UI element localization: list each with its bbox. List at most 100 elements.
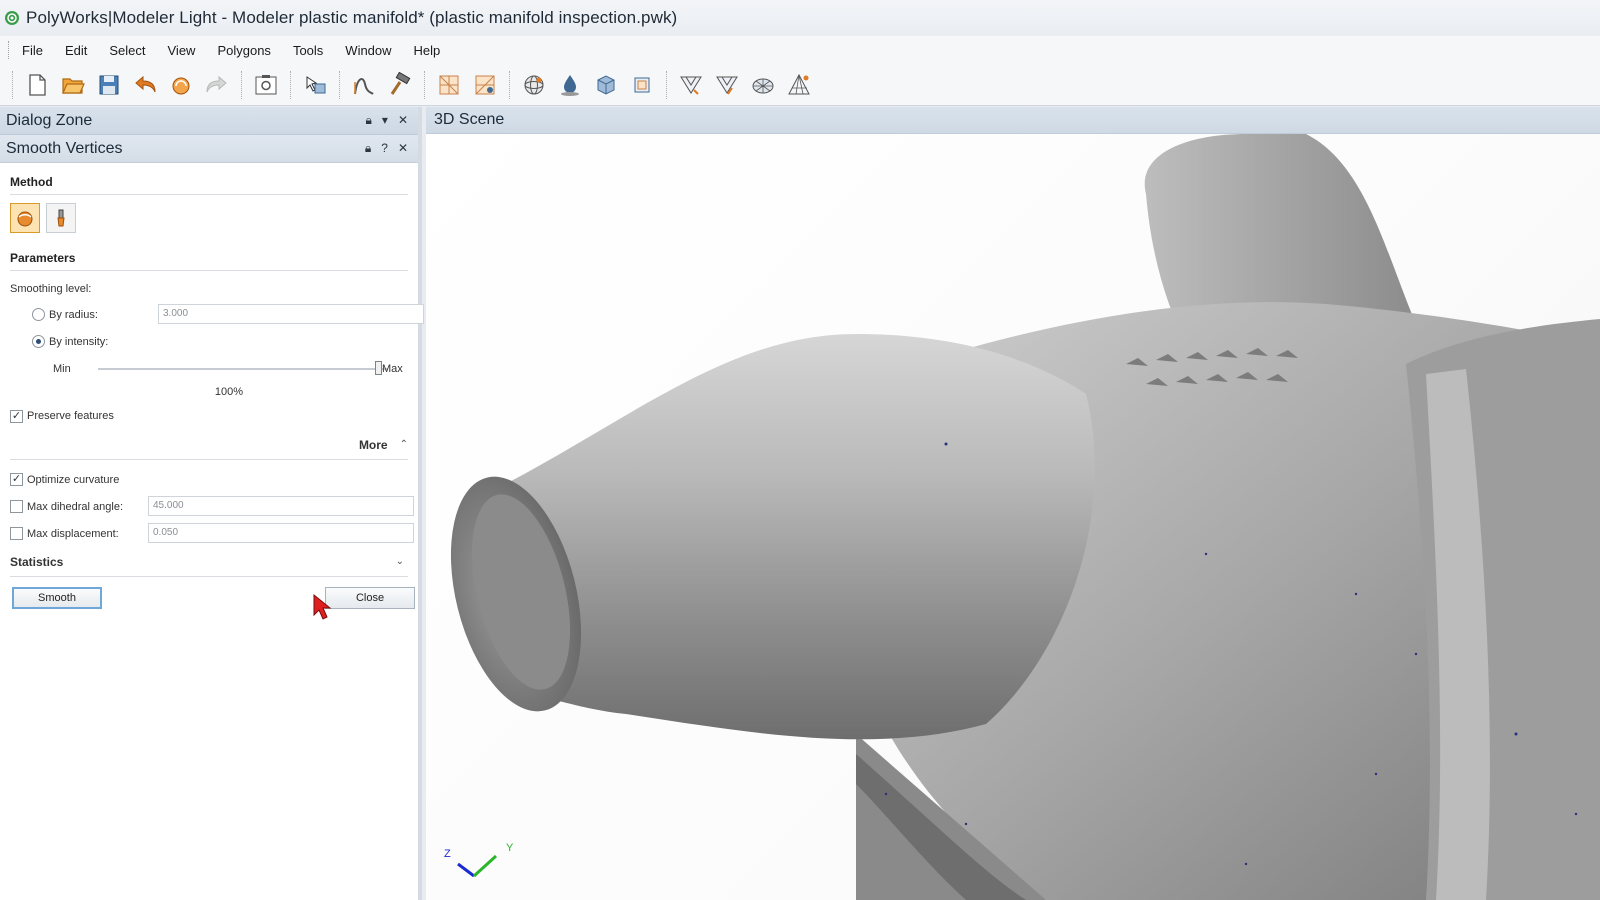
undo-icon xyxy=(135,75,156,92)
open-button[interactable] xyxy=(57,69,89,101)
smooth-vertices-title: Smooth Vertices xyxy=(6,139,123,157)
reduce-2-button[interactable] xyxy=(711,69,743,101)
toolbar-separator xyxy=(290,70,291,99)
parameters-section-title: Parameters xyxy=(10,239,408,271)
menu-tools[interactable]: Tools xyxy=(293,43,323,58)
by-radius-radio[interactable] xyxy=(32,308,45,321)
smooth-vertices-header: Smooth Vertices 🔒︎ ? ✕ xyxy=(0,135,418,163)
max-dihedral-input[interactable]: 45.000 xyxy=(148,496,414,516)
statistics-section-title: Statistics xyxy=(10,554,64,569)
max-dihedral-checkbox[interactable] xyxy=(10,500,23,513)
more-toggle-label[interactable]: More xyxy=(359,438,388,452)
sphere-tool-button[interactable] xyxy=(518,69,550,101)
fill-holes-icon xyxy=(561,74,579,96)
method-section-title: Method xyxy=(10,163,408,195)
scene-title: 3D Scene xyxy=(434,111,505,128)
cube-tool-button[interactable] xyxy=(590,69,622,101)
menu-help[interactable]: Help xyxy=(414,43,441,58)
preserve-features-checkbox[interactable]: ✓ xyxy=(10,409,23,423)
by-intensity-radio[interactable] xyxy=(32,335,45,348)
3d-viewport[interactable]: Z Y xyxy=(426,134,1600,900)
optimize-curvature-checkbox[interactable]: ✓ xyxy=(10,473,23,486)
close-button[interactable]: Close xyxy=(325,587,415,609)
dropdown-icon[interactable]: ▾ xyxy=(382,113,388,128)
smooth-button[interactable]: Smooth xyxy=(12,587,102,609)
toolbar-separator xyxy=(339,70,340,99)
mesh-edit-2-icon xyxy=(475,75,495,94)
slider-value-label: 100% xyxy=(214,386,244,398)
close-icon[interactable]: ✕ xyxy=(398,113,408,128)
toolbar-grip xyxy=(12,70,13,99)
reset-button[interactable] xyxy=(165,69,197,101)
mesh-edit-2-button[interactable] xyxy=(469,69,501,101)
open-folder-icon xyxy=(62,77,85,94)
max-displacement-input[interactable]: 0.050 xyxy=(148,523,414,543)
method-icons xyxy=(10,203,408,233)
collapse-chevron-icon[interactable]: ⌃ xyxy=(400,439,408,450)
menu-view[interactable]: View xyxy=(168,43,196,58)
reset-icon xyxy=(172,77,190,94)
undo-button[interactable] xyxy=(129,69,161,101)
method-smooth-button[interactable] xyxy=(10,203,40,233)
smoothing-level-label: Smoothing level: xyxy=(10,283,92,295)
screenshot-icon xyxy=(255,74,277,94)
redo-icon xyxy=(206,75,227,92)
expand-chevron-icon[interactable]: ⌄ xyxy=(396,556,404,567)
fill-holes-button[interactable] xyxy=(554,69,586,101)
dialog-zone-title: Dialog Zone xyxy=(6,111,93,129)
axis-triad xyxy=(457,854,498,878)
dialog-zone-panel: Dialog Zone 🔒︎ ▾ ✕ Smooth Vertices 🔒︎ ? … xyxy=(0,107,424,900)
hammer-tool-button[interactable] xyxy=(384,69,416,101)
curve-tool-button[interactable] xyxy=(348,69,380,101)
box-tool-button[interactable] xyxy=(626,69,658,101)
cube-icon xyxy=(597,74,615,95)
redo-button[interactable] xyxy=(201,69,233,101)
dialog-zone-header: Dialog Zone 🔒︎ ▾ ✕ xyxy=(0,107,418,135)
box-icon xyxy=(634,77,650,92)
max-displacement-checkbox[interactable] xyxy=(10,527,23,540)
slider-max-label: Max xyxy=(382,362,403,375)
toolbar-separator xyxy=(666,70,667,99)
help-icon[interactable]: ? xyxy=(381,141,388,156)
close-icon[interactable]: ✕ xyxy=(398,141,408,156)
menu-polygons[interactable]: Polygons xyxy=(217,43,270,58)
intensity-slider-track[interactable] xyxy=(98,368,388,370)
menu-window[interactable]: Window xyxy=(345,43,391,58)
polyworks-app-icon xyxy=(5,11,19,25)
axis-z-label: Z xyxy=(444,848,451,860)
menu-file[interactable]: File xyxy=(22,43,43,58)
by-intensity-label: By intensity: xyxy=(49,335,109,348)
brush-method-icon xyxy=(57,209,65,227)
screenshot-button[interactable] xyxy=(250,69,282,101)
menu-edit[interactable]: Edit xyxy=(65,43,87,58)
reduce-icon xyxy=(680,76,702,95)
window-title: PolyWorks|Modeler Light - Modeler plasti… xyxy=(26,8,678,27)
scene-panel: 3D Scene Z Y xyxy=(426,107,1600,900)
save-button[interactable] xyxy=(93,69,125,101)
max-displacement-label: Max displacement: xyxy=(27,527,119,540)
mesh-edit-button[interactable] xyxy=(433,69,465,101)
pin-icon[interactable]: 🔒︎ xyxy=(366,113,372,128)
globe-tool-button[interactable] xyxy=(747,69,779,101)
select-tool-button[interactable] xyxy=(299,69,331,101)
method-brush-button[interactable] xyxy=(46,203,76,233)
scene-header: 3D Scene xyxy=(426,107,1600,134)
max-dihedral-label: Max dihedral angle: xyxy=(27,500,124,513)
toolbar-separator xyxy=(424,70,425,99)
globe-icon xyxy=(752,78,774,93)
toolbar-separator xyxy=(509,70,510,99)
title-bar: PolyWorks|Modeler Light - Modeler plasti… xyxy=(0,0,1600,36)
reduce-button[interactable] xyxy=(675,69,707,101)
smooth-vertices-panel: Method Parameters Smoothing level: By ra… xyxy=(0,163,424,620)
new-file-icon xyxy=(29,73,46,96)
menu-select[interactable]: Select xyxy=(109,43,145,58)
mesh-edit-icon xyxy=(439,75,459,94)
triangle-tool-button[interactable] xyxy=(783,69,815,101)
new-file-button[interactable] xyxy=(21,69,53,101)
main-toolbar xyxy=(0,64,1600,106)
by-radius-input[interactable]: 3.000 xyxy=(158,304,424,324)
preserve-features-label: Preserve features xyxy=(27,410,114,422)
pin-icon[interactable]: 🔒︎ xyxy=(365,141,371,156)
intensity-slider-thumb[interactable] xyxy=(375,361,382,375)
slider-min-label: Min xyxy=(53,362,71,375)
